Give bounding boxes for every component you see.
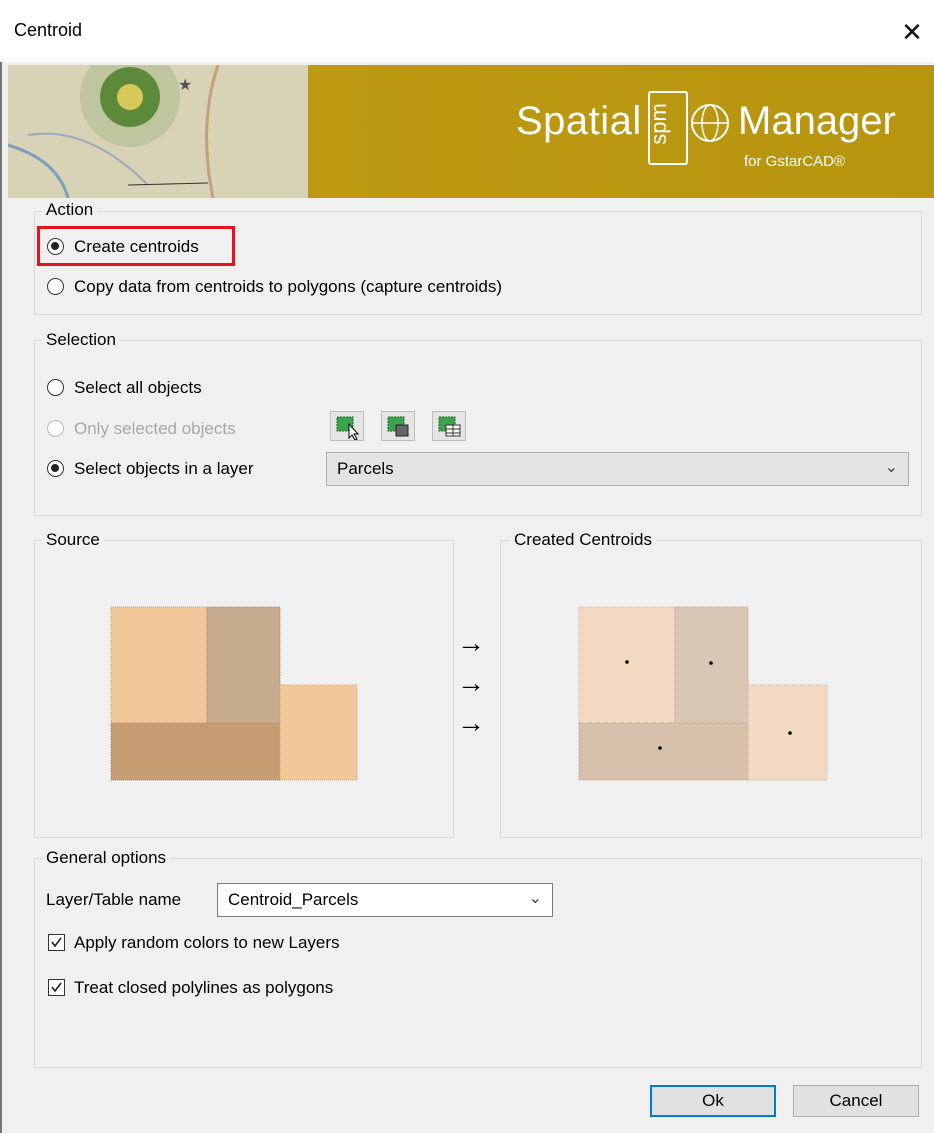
layer-combobox-value: Parcels <box>337 459 394 478</box>
layer-combobox[interactable]: Parcels ⌄ <box>326 452 909 486</box>
checkmark-icon <box>51 982 62 993</box>
window-border <box>0 62 2 1133</box>
select-all-radio[interactable] <box>47 379 64 396</box>
highlight-box <box>37 226 235 266</box>
select-layer-label[interactable]: Select objects in a layer <box>74 459 254 479</box>
pick-objects-button[interactable] <box>330 411 364 441</box>
globe-icon <box>691 104 729 142</box>
random-colors-checkbox[interactable] <box>48 934 65 951</box>
action-legend: Action <box>42 200 98 220</box>
created-centroids-legend: Created Centroids <box>510 530 656 550</box>
table-grid-icon <box>438 416 461 437</box>
copy-data-radio[interactable] <box>47 278 64 295</box>
arrow-icon: → <box>457 667 485 698</box>
select-layer-radio[interactable] <box>47 460 64 477</box>
close-button[interactable]: ✕ <box>890 10 934 54</box>
logo-text-spatial: Spatial <box>516 99 642 143</box>
logo-subtitle: for GstarCAD® <box>744 153 846 170</box>
banner: ★ Spatial spm Manager for GstarCAD® <box>8 65 934 198</box>
centroids-illustration <box>578 606 828 781</box>
ok-button[interactable]: Ok <box>650 1085 776 1117</box>
layer-table-name-label: Layer/Table name <box>46 890 182 909</box>
chevron-down-icon: ⌄ <box>884 459 898 476</box>
source-parcels-illustration <box>110 606 358 781</box>
checkmark-icon <box>51 937 62 948</box>
layer-table-name-value: Centroid_Parcels <box>228 890 359 909</box>
only-selected-label: Only selected objects <box>74 419 236 438</box>
selection-add-icon <box>387 416 409 437</box>
select-cursor-icon <box>336 416 360 441</box>
random-colors-label[interactable]: Apply random colors to new Layers <box>74 933 340 953</box>
select-table-button[interactable] <box>432 411 466 441</box>
closed-polylines-label[interactable]: Treat closed polylines as polygons <box>74 978 333 998</box>
source-legend: Source <box>42 530 104 550</box>
chevron-down-icon: ⌄ <box>528 890 542 907</box>
arrow-icon: → <box>457 627 485 658</box>
logo-text-manager: Manager <box>738 99 896 143</box>
svg-text:★: ★ <box>178 77 192 94</box>
arrow-icon: → <box>457 707 485 738</box>
spm-logo-text: spm <box>645 103 671 145</box>
layer-table-name-combobox[interactable]: Centroid_Parcels ⌄ <box>217 883 553 917</box>
only-selected-radio <box>47 420 64 437</box>
closed-polylines-checkbox[interactable] <box>48 979 65 996</box>
general-options-legend: General options <box>42 848 171 868</box>
select-all-label[interactable]: Select all objects <box>74 378 202 398</box>
add-selection-button[interactable] <box>381 411 415 441</box>
cancel-button[interactable]: Cancel <box>793 1085 919 1117</box>
copy-data-label[interactable]: Copy data from centroids to polygons (ca… <box>74 277 502 297</box>
title-bar <box>0 0 934 62</box>
selection-legend: Selection <box>42 330 120 350</box>
window-title: Centroid <box>14 20 83 40</box>
map-illustration: ★ <box>8 65 308 198</box>
